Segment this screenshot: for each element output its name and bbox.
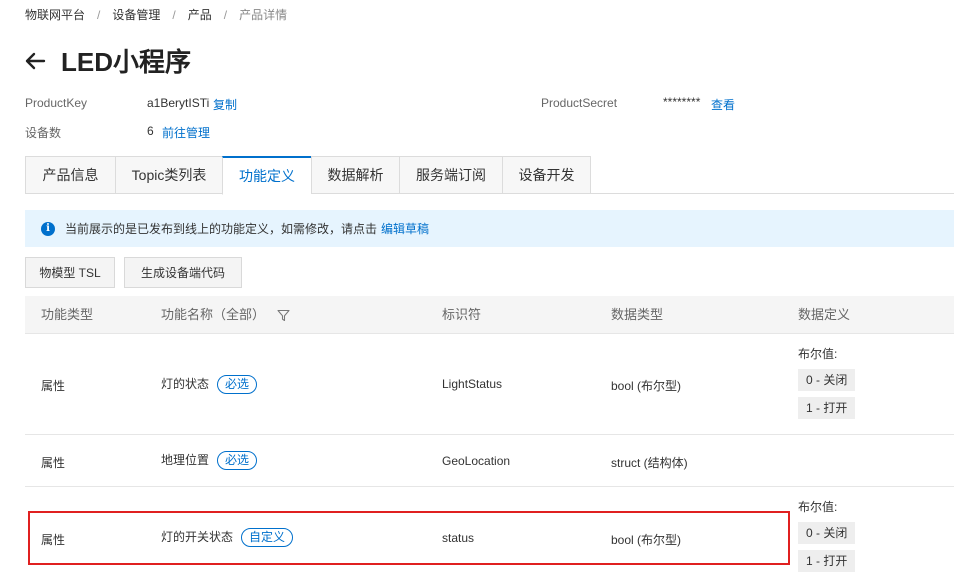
tab-server-subscription[interactable]: 服务端订阅 (399, 156, 502, 194)
breadcrumb-item-platform[interactable]: 物联网平台 (25, 6, 85, 23)
row-data-type: struct (结构体) (611, 456, 688, 470)
edit-draft-link[interactable]: 编辑草稿 (381, 220, 429, 237)
tab-bar: 产品信息 Topic类列表 功能定义 数据解析 服务端订阅 设备开发 (25, 156, 954, 195)
filter-icon[interactable] (277, 309, 290, 322)
tab-product-info[interactable]: 产品信息 (25, 156, 115, 194)
copy-link[interactable]: 复制 (213, 96, 237, 113)
back-arrow-icon[interactable] (24, 51, 46, 71)
tsl-model-button[interactable]: 物模型 TSL (25, 257, 115, 288)
column-header-type: 功能类型 (41, 307, 94, 322)
row-feature-name-label: 灯的状态 (161, 377, 210, 391)
tab-feature-definition[interactable]: 功能定义 (222, 156, 311, 195)
info-icon: i (41, 221, 55, 236)
manage-devices-link[interactable]: 前往管理 (162, 124, 210, 141)
breadcrumb-item-product-detail: 产品详情 (239, 8, 288, 22)
breadcrumb-item-product[interactable]: 产品 (188, 6, 212, 23)
tab-device-development[interactable]: 设备开发 (502, 156, 591, 194)
product-secret-label: ProductSecret (541, 96, 618, 110)
row-identifier: LightStatus (442, 377, 503, 391)
table-header: 功能类型 功能名称（全部） 标识符 数据类型 数据定义 (25, 296, 954, 334)
bool-value-tag: 1 - 打开 (798, 550, 856, 572)
breadcrumb-separator: / (172, 7, 176, 22)
table-row: 属性 地理位置 必选 GeoLocation struct (结构体) (25, 435, 954, 487)
tab-topic-list[interactable]: Topic类列表 (115, 156, 222, 194)
required-badge: 必选 (217, 375, 258, 394)
table-row: 属性 灯的状态 必选 LightStatus bool (布尔型) 布尔值: 0 … (25, 334, 954, 435)
bool-title: 布尔值: (798, 347, 838, 361)
column-header-identifier: 标识符 (442, 307, 482, 322)
info-notice: i 当前展示的是已发布到线上的功能定义，如需修改，请点击 编辑草稿 (25, 210, 954, 247)
product-key-label: ProductKey (25, 96, 88, 110)
row-feature-type: 属性 (41, 379, 66, 393)
required-badge: 必选 (217, 451, 258, 470)
highlight-box (28, 511, 790, 565)
bool-value-tag: 0 - 关闭 (798, 369, 856, 391)
tab-data-parsing[interactable]: 数据解析 (311, 156, 399, 194)
breadcrumb-item-device-management[interactable]: 设备管理 (112, 6, 160, 23)
device-count-label: 设备数 (25, 126, 62, 140)
row-feature-name: 灯的状态 必选 (161, 375, 258, 394)
column-header-name-label: 功能名称（全部） (161, 307, 266, 322)
column-header-data-type: 数据类型 (611, 307, 664, 322)
breadcrumb-separator: / (97, 7, 101, 22)
product-secret-value: ******** (663, 95, 701, 109)
row-feature-type: 属性 (41, 456, 66, 470)
row-feature-name: 地理位置 必选 (161, 451, 258, 470)
bool-value-tag: 0 - 关闭 (798, 522, 856, 544)
product-key-value: a1BerytISTi (147, 96, 210, 110)
bool-title: 布尔值: (798, 500, 838, 514)
breadcrumb: 物联网平台 / 设备管理 / 产品 / 产品详情 (25, 6, 287, 23)
column-header-data-definition: 数据定义 (798, 307, 851, 322)
notice-text: 当前展示的是已发布到线上的功能定义，如需修改，请点击 (65, 222, 378, 236)
row-identifier: GeoLocation (442, 454, 511, 468)
column-header-name: 功能名称（全部） (161, 296, 290, 334)
generate-device-code-button[interactable]: 生成设备端代码 (124, 257, 242, 288)
row-data-type: bool (布尔型) (611, 379, 682, 393)
page-title: LED小程序 (61, 47, 192, 77)
device-count-value: 6 (147, 124, 154, 138)
row-feature-name-label: 地理位置 (161, 453, 210, 467)
bool-value-tag: 1 - 打开 (798, 397, 856, 419)
view-secret-link[interactable]: 查看 (711, 96, 735, 113)
breadcrumb-separator: / (223, 7, 228, 22)
